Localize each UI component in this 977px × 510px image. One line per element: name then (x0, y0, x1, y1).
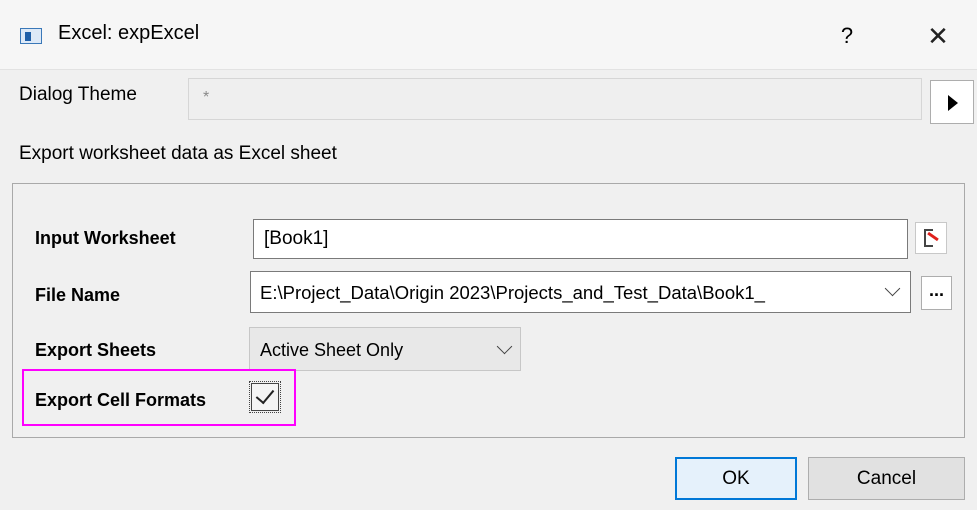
export-sheets-label: Export Sheets (35, 340, 157, 360)
title-bar: Excel: expExcel ? ✕ (0, 0, 977, 70)
cancel-button[interactable]: Cancel (808, 457, 965, 500)
chevron-down-icon[interactable] (884, 280, 901, 297)
dialog-theme-value: * (203, 89, 210, 106)
close-icon[interactable]: ✕ (913, 16, 963, 56)
window-title: Excel: expExcel (58, 22, 200, 44)
chevron-down-icon[interactable] (496, 338, 513, 355)
input-worksheet-value: [Book1] (264, 228, 329, 249)
browse-button[interactable]: ... (921, 276, 952, 310)
dialog-theme-field[interactable]: * (188, 78, 922, 120)
help-button[interactable]: ? (822, 16, 872, 56)
file-name-value: E:\Project_Data\Origin 2023\Projects_and… (260, 282, 765, 303)
file-name-combo[interactable]: E:\Project_Data\Origin 2023\Projects_and… (250, 271, 911, 313)
dialog-description: Export worksheet data as Excel sheet (19, 143, 337, 164)
dialog-theme-menu-button[interactable] (930, 80, 974, 124)
input-worksheet-field[interactable]: [Book1] (253, 219, 908, 259)
input-worksheet-label: Input Worksheet (35, 228, 176, 248)
export-sheets-dropdown[interactable]: Active Sheet Only (249, 327, 521, 371)
export-cell-formats-checkbox[interactable] (249, 381, 281, 413)
file-name-label: File Name (35, 285, 121, 305)
select-range-icon[interactable] (915, 222, 947, 254)
dialog-theme-label: Dialog Theme (19, 84, 137, 105)
app-icon (20, 28, 42, 44)
export-sheets-value: Active Sheet Only (260, 340, 404, 360)
ok-button[interactable]: OK (675, 457, 797, 500)
export-cell-formats-label: Export Cell Formats (35, 390, 207, 410)
